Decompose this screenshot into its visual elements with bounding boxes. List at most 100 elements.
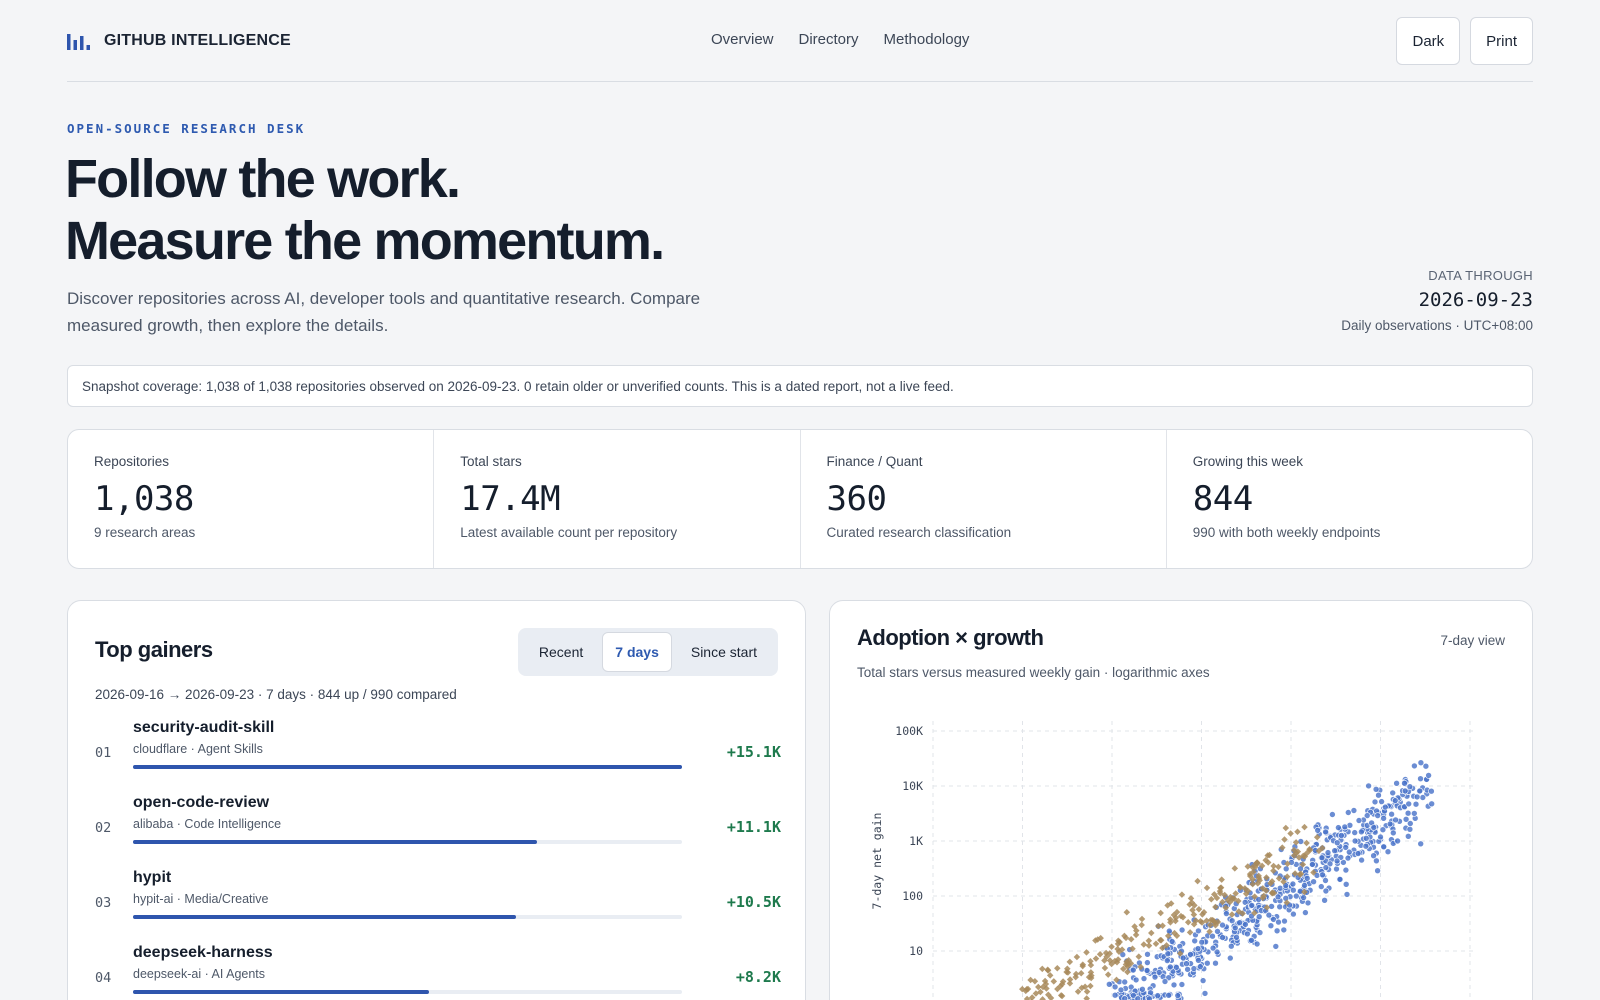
list-item[interactable]: 03 hypit hypit-ai · Media/Creative +10.5… [95, 869, 781, 944]
scatter-point [1380, 843, 1388, 851]
stat-value: 844 [1192, 479, 1253, 519]
scatter-point [1178, 926, 1186, 934]
scatter-point [1301, 882, 1308, 889]
scatter-point [1183, 960, 1190, 968]
scatter-point [1191, 937, 1199, 945]
gain-value: +10.5K [726, 893, 781, 911]
scatter-point [1392, 816, 1399, 824]
scatter-point [1294, 828, 1301, 836]
scatter-point [1358, 828, 1365, 836]
nav-overview[interactable]: Overview [711, 31, 774, 48]
repo-name[interactable]: security-audit-skill [133, 719, 274, 737]
list-item[interactable]: 04 deepseek-harness deepseek-ai · AI Age… [95, 944, 781, 1000]
scatter-point [1404, 809, 1412, 817]
scatter-point [1321, 896, 1328, 904]
brand[interactable]: GITHUB INTELLIGENCE [67, 32, 291, 50]
scatter-point [1253, 940, 1261, 948]
scatter-point [1413, 793, 1421, 801]
scatter-point [1092, 955, 1100, 962]
nav-methodology[interactable]: Methodology [884, 31, 970, 48]
scatter-point [1303, 874, 1311, 882]
scatter-point [1310, 878, 1317, 886]
scatter-point [1314, 827, 1322, 834]
scatter-point [1194, 877, 1201, 885]
scatter-point [1152, 940, 1160, 948]
data-through-date: 2026-09-23 [1418, 289, 1533, 311]
gain-bar [133, 765, 682, 769]
y-tick-label: 1K [909, 834, 923, 848]
scatter-point [1195, 956, 1202, 964]
scatter-point [1322, 887, 1330, 895]
scatter-point [1322, 864, 1330, 871]
scatter-point [1411, 762, 1418, 770]
stat-value: 360 [826, 479, 887, 519]
list-item[interactable]: 02 open-code-review alibaba · Code Intel… [95, 794, 781, 869]
gain-value: +15.1K [726, 743, 781, 761]
stat-value: 1,038 [94, 479, 194, 519]
scatter-point [1425, 772, 1432, 779]
scatter-point [1155, 969, 1163, 976]
scatter-point [1208, 896, 1215, 903]
data-through-label: DATA THROUGH [1428, 268, 1533, 283]
scatter-point [1111, 991, 1119, 999]
scatter-point [1144, 959, 1151, 966]
scatter-point [1054, 965, 1061, 972]
scatter-point [1380, 815, 1387, 822]
scatter-point [1331, 847, 1339, 854]
tab-7-days[interactable]: 7 days [602, 632, 672, 672]
scatter-point [1157, 909, 1164, 917]
dark-mode-button[interactable]: Dark [1396, 17, 1461, 65]
scatter-point [1196, 963, 1204, 970]
scatter-point [1166, 963, 1174, 971]
repo-name[interactable]: hypit [133, 869, 171, 887]
nav-directory[interactable]: Directory [799, 31, 859, 48]
scatter-point [1404, 833, 1412, 840]
scatter-point [1318, 854, 1326, 862]
adoption-growth-panel: Adoption × growth 7-day view Total stars… [829, 600, 1533, 1000]
tab-recent[interactable]: Recent [522, 632, 600, 672]
print-button[interactable]: Print [1470, 17, 1533, 65]
scatter-point [1289, 880, 1297, 888]
scatter-point [1127, 936, 1135, 943]
scatter-point [1111, 983, 1119, 991]
scatter-point [1157, 937, 1165, 944]
scatter-point [1219, 921, 1226, 929]
scatter-point [1281, 917, 1288, 925]
scatter-point [1083, 949, 1090, 956]
scatter-point [1301, 823, 1308, 831]
scatter-point [1406, 826, 1414, 833]
scatter-point [1370, 852, 1377, 859]
scatter-point [1268, 903, 1275, 910]
scatter-point [1244, 930, 1251, 938]
scatter-point [1138, 921, 1145, 929]
scatter-point [1163, 957, 1171, 964]
gain-value: +11.1K [726, 818, 781, 836]
scatter-point [1170, 981, 1178, 989]
scatter-point [1248, 936, 1255, 944]
top-header: GITHUB INTELLIGENCE Overview Directory M… [67, 0, 1533, 82]
scatter-point [1341, 823, 1349, 831]
gain-bar-fill [133, 990, 430, 994]
scatter-point [1372, 786, 1380, 793]
repo-name[interactable]: deepseek-harness [133, 944, 273, 962]
list-item[interactable]: 01 security-audit-skill cloudflare · Age… [95, 719, 781, 794]
scatter-point [1374, 867, 1381, 875]
scatter-point [1195, 927, 1202, 935]
scatter-point [1134, 995, 1142, 1000]
scatter-point [1273, 927, 1281, 935]
scatter-point [1419, 794, 1427, 801]
stat-sub: 9 research areas [94, 525, 196, 540]
scatter-point [1272, 943, 1280, 950]
scatter-point [1401, 779, 1408, 787]
comparison-range: 2026-09-16 → 2026-09-23 · 7 days · 844 u… [95, 687, 457, 702]
data-through-sub: Daily observations · UTC+08:00 [1341, 318, 1533, 333]
scatter-point [1248, 902, 1256, 909]
stat-sub: Curated research classification [826, 525, 1012, 540]
scatter-point [1391, 797, 1399, 804]
repo-name[interactable]: open-code-review [133, 794, 269, 812]
tab-since-start[interactable]: Since start [674, 632, 774, 672]
hero-eyebrow: OPEN-SOURCE RESEARCH DESK [67, 121, 306, 136]
repo-meta: cloudflare · Agent Skills [133, 742, 263, 756]
scatter-point [1174, 992, 1182, 999]
scatter-point [1355, 817, 1363, 824]
